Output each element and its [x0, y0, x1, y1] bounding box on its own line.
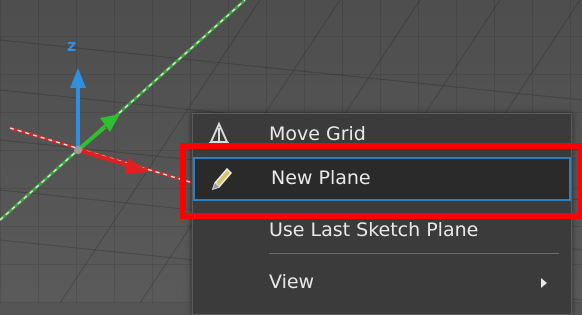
menu-separator: [269, 253, 559, 254]
menu-item-view[interactable]: View: [193, 262, 571, 302]
highlight-annotation-box: [180, 143, 582, 219]
axis-gizmo: [70, 68, 150, 174]
menu-item-label: View: [269, 271, 315, 293]
menu-item-label: Move Grid: [269, 123, 366, 145]
z-axis-label: z: [67, 36, 77, 55]
submenu-arrow-icon: [541, 278, 547, 288]
menu-item-label: Use Last Sketch Plane: [269, 219, 479, 241]
